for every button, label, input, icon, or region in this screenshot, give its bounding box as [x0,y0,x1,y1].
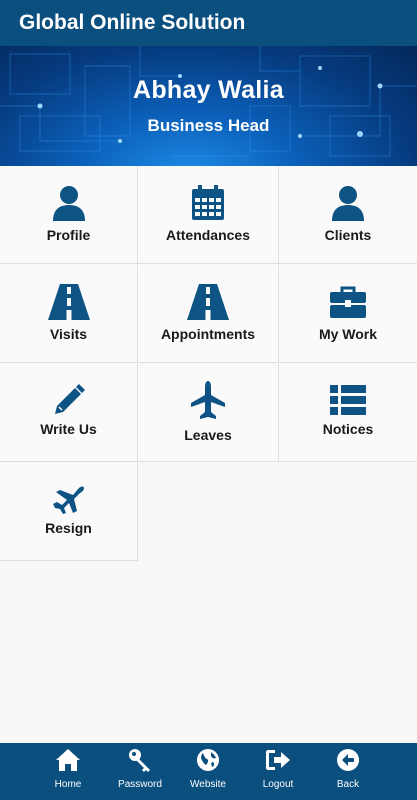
app-title: Global Online Solution [19,11,246,34]
menu-item-visits[interactable]: Visits [0,265,138,363]
nav-logout[interactable]: Logout [243,743,313,800]
nav-label: Home [54,779,82,790]
menu-item-write-us[interactable]: Write Us [0,364,138,462]
menu-label: Visits [49,326,88,342]
road-icon [187,283,229,321]
pencil-icon [53,384,85,416]
menu-item-notices[interactable]: Notices [279,364,417,462]
menu-label: Leaves [184,427,232,443]
user-role: Business Head [147,116,270,135]
nav-home[interactable]: Home [33,743,103,800]
menu-label: Clients [324,227,372,243]
nav-label: Logout [262,779,294,790]
back-arrow-icon [337,749,359,771]
circuit-background [0,46,417,157]
menu-label: Attendances [165,227,251,243]
home-icon [56,749,80,771]
menu-item-my-work[interactable]: My Work [279,265,417,363]
nav-website[interactable]: Website [173,743,243,800]
nav-label: Website [190,779,226,790]
menu-label: Write Us [40,421,97,437]
road-icon [47,283,90,321]
menu-item-appointments[interactable]: Appointments [138,265,279,363]
profile-banner: Abhay Walia Business Head [0,46,417,166]
menu-item-profile[interactable]: Profile [0,166,138,264]
bottom-nav: Home Password Website Logout Back [0,743,417,800]
user-icon [331,184,365,222]
globe-icon [197,749,219,771]
nav-label: Password [118,779,162,790]
menu-item-resign[interactable]: Resign [0,463,138,561]
menu-label: Appointments [160,326,256,342]
nav-password[interactable]: Password [105,743,175,800]
key-icon [128,749,152,772]
briefcase-icon [330,283,366,321]
menu-item-attendances[interactable]: Attendances [138,166,279,264]
menu-label: Resign [45,520,92,536]
menu-label: Profile [46,227,91,243]
plane-icon [52,483,85,515]
menu-label: My Work [318,326,378,342]
logout-icon [266,749,290,771]
list-icon [330,384,366,416]
airplane-icon [191,380,225,422]
nav-label: Back [336,779,360,790]
user-icon [52,184,86,222]
menu-label: Notices [322,421,374,437]
calendar-icon [191,184,225,222]
app-bar: Global Online Solution [0,0,417,46]
menu-item-leaves[interactable]: Leaves [138,364,279,462]
nav-back[interactable]: Back [313,743,383,800]
menu-item-clients[interactable]: Clients [279,166,417,264]
user-name: Abhay Walia [132,76,285,104]
